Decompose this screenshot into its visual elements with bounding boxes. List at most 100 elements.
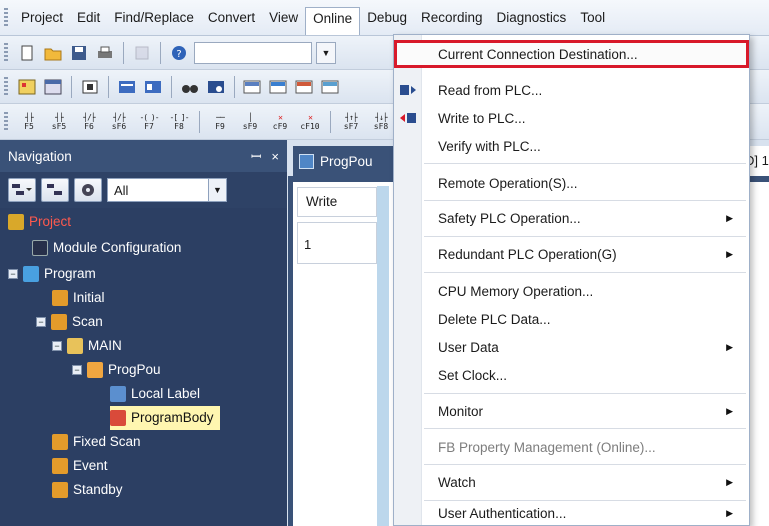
collapse-tree-icon[interactable] xyxy=(41,178,69,202)
menu-separator xyxy=(424,200,746,201)
help-icon[interactable]: ? xyxy=(168,42,190,64)
write-plc-icon xyxy=(399,110,417,126)
menu-recording[interactable]: Recording xyxy=(414,6,490,30)
device-view-icon[interactable] xyxy=(142,76,164,98)
project-view-icon[interactable] xyxy=(16,76,38,98)
menu-find-replace[interactable]: Find/Replace xyxy=(107,6,201,30)
tree-item-label: ProgramBody xyxy=(131,410,214,425)
menu-item-write-to-plc[interactable]: Write to PLC... xyxy=(394,104,749,132)
rising-pulse-icon[interactable]: ┤↑├ sF7 xyxy=(338,113,364,131)
toolbar-separator xyxy=(160,41,161,64)
ladder-key-label: sF7 xyxy=(343,121,359,131)
menu-item-safety-plc-operation[interactable]: Safety PLC Operation... ▶ xyxy=(394,204,749,232)
menu-item-label: User Authentication... xyxy=(438,505,567,521)
menu-item-label: Watch xyxy=(438,474,476,490)
toolbar-grip xyxy=(4,111,8,132)
menu-convert[interactable]: Convert xyxy=(201,6,262,30)
gear-icon[interactable] xyxy=(74,178,102,202)
vertical-line-icon[interactable]: │ sF9 xyxy=(237,113,263,131)
undo-icon[interactable] xyxy=(131,42,153,64)
close-icon[interactable]: × xyxy=(271,149,279,164)
tree-item-module-configuration[interactable]: Module Configuration xyxy=(32,236,181,260)
menu-item-remote-operation[interactable]: Remote Operation(S)... xyxy=(394,169,749,197)
menu-view[interactable]: View xyxy=(262,6,305,30)
menu-item-user-authentication[interactable]: User Authentication... ▶ xyxy=(394,499,749,526)
tree-item-label: Project xyxy=(29,214,72,229)
tree-item-event[interactable]: Event xyxy=(52,454,108,478)
tree-item-fixed-scan[interactable]: Fixed Scan xyxy=(52,430,141,454)
print-icon[interactable] xyxy=(94,42,116,64)
menu-item-redundant-plc-operation[interactable]: Redundant PLC Operation(G) ▶ xyxy=(394,240,749,268)
menu-edit[interactable]: Edit xyxy=(70,6,107,30)
toolbar-separator xyxy=(330,110,331,133)
menu-separator xyxy=(424,272,746,273)
tree-item-local-label[interactable]: Local Label xyxy=(110,382,200,406)
menu-debug[interactable]: Debug xyxy=(360,6,414,30)
tab-progpou[interactable]: ProgPou xyxy=(293,146,393,176)
window-icon[interactable] xyxy=(42,76,64,98)
horizontal-line-icon[interactable]: ── F9 xyxy=(207,113,233,131)
navigation-filter-select[interactable]: All ▼ xyxy=(107,178,227,202)
list-view-icon[interactable] xyxy=(116,76,138,98)
delete-vertical-icon[interactable]: ✕ cF10 xyxy=(297,113,323,131)
chevron-down-icon[interactable]: ▼ xyxy=(208,179,226,201)
menu-item-user-data[interactable]: User Data ▶ xyxy=(394,333,749,361)
menu-tool[interactable]: Tool xyxy=(573,6,612,30)
menu-item-cpu-memory-operation[interactable]: CPU Memory Operation... xyxy=(394,277,749,305)
menu-project[interactable]: Project xyxy=(14,6,70,30)
display-mode-icon[interactable] xyxy=(8,178,36,202)
open-folder-icon[interactable] xyxy=(42,42,64,64)
pin-icon[interactable]: ꟷ xyxy=(251,147,262,165)
binoculars-icon[interactable] xyxy=(179,76,201,98)
collapse-icon[interactable]: − xyxy=(36,317,46,327)
delete-line-icon[interactable]: ✕ cF9 xyxy=(267,113,293,131)
menu-online[interactable]: Online xyxy=(305,6,361,35)
menu-item-set-clock[interactable]: Set Clock... xyxy=(394,361,749,389)
tree-item-label: Event xyxy=(73,458,108,473)
task-icon xyxy=(52,290,68,306)
toolbar-combo[interactable] xyxy=(194,41,312,64)
ladder-key-label: sF9 xyxy=(242,121,258,131)
coil-icon[interactable]: -( )- F7 xyxy=(136,113,162,131)
toolbar-separator xyxy=(71,75,72,98)
submenu-arrow-icon: ▶ xyxy=(726,476,733,487)
closed-branch-icon[interactable]: ┤/├ sF6 xyxy=(106,113,132,131)
collapse-icon[interactable]: − xyxy=(52,341,62,351)
menu-item-label: Safety PLC Operation... xyxy=(438,210,581,226)
tree-item-initial[interactable]: Initial xyxy=(52,286,105,310)
device-write-icon[interactable] xyxy=(294,76,316,98)
collapse-icon[interactable]: − xyxy=(72,365,82,375)
tree-item-programbody[interactable]: ProgramBody xyxy=(110,406,220,430)
menu-item-monitor[interactable]: Monitor ▶ xyxy=(394,397,749,425)
open-contact-icon[interactable]: ┤├ F5 xyxy=(16,113,42,131)
chevron-down-icon[interactable]: ▼ xyxy=(316,41,336,64)
new-file-icon[interactable] xyxy=(16,42,38,64)
tree-item-main[interactable]: − MAIN xyxy=(52,334,122,358)
device-batch-icon[interactable] xyxy=(242,76,264,98)
device-read-icon[interactable] xyxy=(320,76,342,98)
device-monitor-icon[interactable] xyxy=(268,76,290,98)
collapse-icon[interactable]: − xyxy=(8,269,18,279)
module-icon[interactable] xyxy=(79,76,101,98)
tree-item-progpou[interactable]: − ProgPou xyxy=(72,358,161,382)
menu-item-delete-plc-data[interactable]: Delete PLC Data... xyxy=(394,305,749,333)
menu-item-verify-with-plc[interactable]: Verify with PLC... xyxy=(394,132,749,160)
open-branch-icon[interactable]: ┤├ sF5 xyxy=(46,113,72,131)
save-icon[interactable] xyxy=(68,42,90,64)
menu-separator xyxy=(424,428,746,429)
tree-item-program[interactable]: − Program xyxy=(8,262,96,286)
cross-reference-icon[interactable] xyxy=(205,76,227,98)
online-menu: Current Connection Destination... Read f… xyxy=(393,34,750,526)
menu-diagnostics[interactable]: Diagnostics xyxy=(490,6,574,30)
menu-item-read-from-plc[interactable]: Read from PLC... xyxy=(394,76,749,104)
menu-item-watch[interactable]: Watch ▶ xyxy=(394,468,749,496)
tree-item-project[interactable]: Project xyxy=(8,210,71,234)
falling-pulse-icon[interactable]: ┤↓├ sF8 xyxy=(368,113,394,131)
tree-item-standby[interactable]: Standby xyxy=(52,478,123,502)
tree-item-scan[interactable]: − Scan xyxy=(36,310,103,334)
menu-item-current-connection-destination[interactable]: Current Connection Destination... xyxy=(394,40,749,68)
closed-contact-icon[interactable]: ┤/├ F6 xyxy=(76,113,102,131)
program-icon xyxy=(67,338,83,354)
toolbar-grip xyxy=(4,76,8,97)
instruction-icon[interactable]: -[ ]- F8 xyxy=(166,113,192,131)
